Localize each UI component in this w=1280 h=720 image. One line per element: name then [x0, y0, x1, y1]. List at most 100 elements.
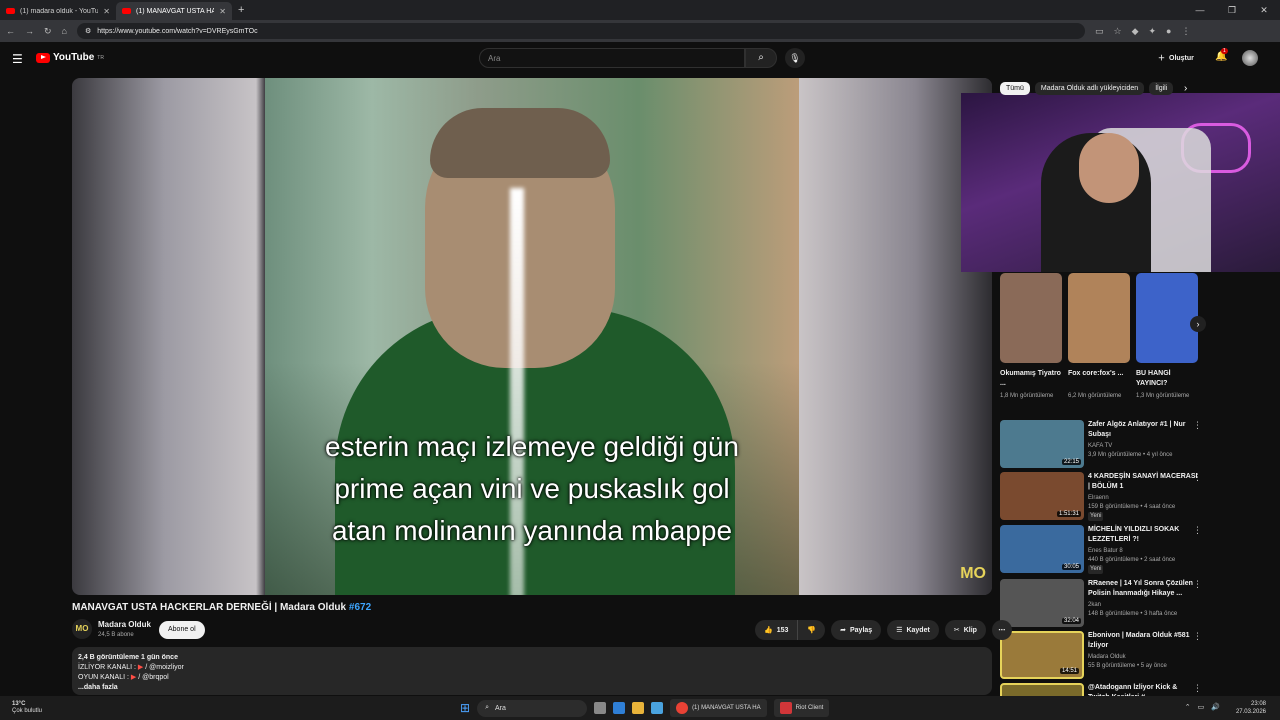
rec-thumbnail[interactable]: 22:15	[1000, 420, 1084, 468]
short-title[interactable]: Fox core:fox's ...	[1068, 369, 1130, 389]
taskbar-search[interactable]: ⌕ Ara	[477, 699, 588, 717]
video-player[interactable]: esterin maçı izlemeye geldiği gün prime …	[72, 78, 992, 595]
close-tab-icon[interactable]: ✕	[103, 7, 110, 16]
cast-icon[interactable]: ▭	[1095, 26, 1104, 37]
taskbar-clock[interactable]: 23:08 27.03.2026	[1236, 700, 1266, 716]
short-title[interactable]: BU HANGİ YAYINCI?	[1136, 369, 1198, 389]
extensions-puzzle-icon[interactable]: ✦	[1149, 26, 1157, 37]
recommendation-item[interactable]: 22:15 Zafer Algöz Anlatıyor #1 | Nur Sub…	[1000, 420, 1202, 468]
create-button[interactable]: ＋ Oluştur	[1158, 50, 1194, 66]
short-thumbnail[interactable]	[1000, 273, 1062, 363]
like-button[interactable]: 👍 153	[755, 620, 799, 640]
site-info-icon[interactable]: ⚙	[85, 27, 91, 35]
channel-handle-link[interactable]: / @moizliyor	[145, 664, 184, 671]
save-button[interactable]: ☰ Kaydet	[887, 620, 939, 640]
rec-channel[interactable]: Elraenn	[1088, 494, 1200, 503]
task-view-icon[interactable]	[594, 702, 607, 714]
search-input[interactable]: Ara	[479, 48, 745, 68]
short-item[interactable]: Okumamış Tiyatro ... 1,8 Mn görüntüleme	[1000, 273, 1062, 401]
search-button[interactable]: ⌕	[745, 48, 777, 68]
clip-button[interactable]: ✂ Klip	[944, 620, 986, 640]
back-icon[interactable]: ←	[6, 26, 15, 37]
more-options-icon[interactable]: ⋮	[1193, 472, 1202, 483]
close-window-icon[interactable]: ✕	[1248, 0, 1280, 20]
copilot-icon[interactable]	[613, 702, 626, 714]
more-actions-button[interactable]: ⋯	[991, 620, 1012, 640]
short-thumbnail[interactable]	[1068, 273, 1130, 363]
recommendation-item[interactable]: 14:51 Ebonivon | Madara Olduk #581 İzliy…	[1000, 631, 1202, 679]
shorts-next-icon[interactable]: ›	[1190, 316, 1206, 332]
show-more-link[interactable]: ...daha fazla	[78, 683, 986, 693]
more-options-icon[interactable]: ⋮	[1193, 579, 1202, 590]
browser-menu-icon[interactable]: ⋮	[1181, 26, 1190, 37]
rec-title[interactable]: Zafer Algöz Anlatıyor #1 | Nur Subaşı	[1088, 420, 1200, 440]
rec-thumbnail[interactable]: 1:51:31	[1000, 472, 1084, 520]
rec-title[interactable]: Ebonivon | Madara Olduk #581 İzliyor	[1088, 631, 1200, 651]
chip-all[interactable]: Tümü	[1000, 82, 1030, 95]
store-icon[interactable]	[651, 702, 664, 714]
bookmark-star-icon[interactable]: ☆	[1114, 26, 1122, 37]
rec-channel[interactable]: Enes Batur 8	[1088, 547, 1200, 556]
share-button[interactable]: ➦ Paylaş	[831, 620, 882, 640]
tray-chevron-icon[interactable]: ⌃	[1185, 703, 1191, 711]
dislike-button[interactable]: 👎	[798, 620, 826, 640]
file-explorer-icon[interactable]	[632, 702, 645, 714]
recommendation-item[interactable]: @Atadogann İzliyor Kick & Twitch Kesitle…	[1000, 683, 1200, 696]
channel-name[interactable]: Madara Olduk	[98, 620, 151, 629]
chip-from-uploader[interactable]: Madara Olduk adlı yükleyiciden	[1034, 82, 1145, 95]
rec-title[interactable]: RRaenee | 14 Yıl Sonra Çözülen Polisin İ…	[1088, 579, 1200, 599]
recommendation-item[interactable]: 30:05 MİCHELİN YILDIZLI SOKAK LEZZETLERİ…	[1000, 525, 1202, 574]
short-item[interactable]: Fox core:fox's ... 6,2 Mn görüntüleme	[1068, 273, 1130, 401]
browser-tab[interactable]: (1) madara olduk - YouTube ✕	[0, 2, 116, 20]
taskbar-app-riot[interactable]: Riot Client	[773, 699, 830, 717]
short-title[interactable]: Okumamış Tiyatro ...	[1000, 369, 1062, 389]
channel-avatar[interactable]: MO	[72, 619, 92, 639]
weather-widget[interactable]: 13°C Çok bulutlu	[12, 701, 42, 715]
channel-handle-link[interactable]: / @brqpol	[138, 674, 168, 681]
more-options-icon[interactable]: ⋮	[1193, 631, 1202, 642]
browser-tab-active[interactable]: (1) MANAVGAT USTA HACK ✕	[116, 2, 232, 20]
video-hashtag[interactable]: #672	[349, 602, 371, 613]
extension-icon[interactable]: ◆	[1132, 26, 1139, 37]
network-icon[interactable]: ▭	[1198, 703, 1205, 711]
video-description[interactable]: 2,4 B görüntüleme 1 gün önce İZLİYOR KAN…	[72, 647, 992, 695]
chip-related[interactable]: İlgili	[1149, 82, 1174, 95]
taskbar-app-chrome[interactable]: (1) MANAVGAT USTA HA	[670, 699, 767, 717]
reload-icon[interactable]: ↻	[44, 26, 52, 37]
more-options-icon[interactable]: ⋮	[1193, 683, 1200, 694]
windows-start-icon[interactable]: ⊞	[460, 701, 470, 715]
rec-channel[interactable]: 2kan	[1088, 601, 1200, 610]
maximize-icon[interactable]: ❐	[1216, 0, 1248, 20]
new-tab-icon[interactable]: +	[238, 4, 244, 16]
rec-title[interactable]: @Atadogann İzliyor Kick & Twitch Kesitle…	[1088, 683, 1200, 696]
rec-thumbnail[interactable]: 30:05	[1000, 525, 1084, 573]
rec-title[interactable]: 4 KARDEŞİN SANAYİ MACERASI | BÖLÜM 1	[1088, 472, 1200, 492]
menu-hamburger-icon[interactable]: ☰	[12, 52, 23, 66]
voice-search-icon[interactable]: 🎙	[785, 48, 805, 68]
volume-icon[interactable]: 🔊	[1211, 703, 1220, 711]
profile-icon[interactable]: ●	[1166, 26, 1171, 37]
video-subtitles: esterin maçı izlemeye geldiği gün prime …	[265, 426, 799, 552]
close-tab-icon[interactable]: ✕	[219, 7, 226, 16]
save-playlist-icon: ☰	[896, 627, 903, 634]
home-icon[interactable]: ⌂	[62, 26, 67, 37]
rec-thumbnail[interactable]	[1000, 683, 1084, 696]
more-options-icon[interactable]: ⋮	[1193, 420, 1202, 431]
minimize-icon[interactable]: —	[1184, 0, 1216, 20]
rec-channel[interactable]: Madara Olduk	[1088, 653, 1200, 662]
recommendation-item[interactable]: 1:51:31 4 KARDEŞİN SANAYİ MACERASI | BÖL…	[1000, 472, 1202, 521]
chips-next-icon[interactable]: ›	[1184, 83, 1187, 94]
forward-icon[interactable]: →	[25, 26, 34, 37]
rec-title[interactable]: MİCHELİN YILDIZLI SOKAK LEZZETLERİ ?!	[1088, 525, 1200, 545]
subscribe-button[interactable]: Abone ol	[159, 621, 205, 639]
youtube-logo[interactable]: YouTube TR	[36, 52, 104, 63]
address-bar[interactable]: ⚙ https://www.youtube.com/watch?v=DVREys…	[76, 23, 1085, 39]
avatar[interactable]	[1242, 50, 1258, 66]
short-thumbnail[interactable]	[1136, 273, 1198, 363]
rec-channel[interactable]: KAFA TV	[1088, 442, 1200, 451]
notifications-bell-icon[interactable]: 🔔 1	[1215, 48, 1228, 62]
short-item[interactable]: BU HANGİ YAYINCI? 1,3 Mn görüntüleme	[1136, 273, 1198, 401]
video-subject-hair	[430, 108, 610, 178]
recommendation-item[interactable]: 32:04 RRaenee | 14 Yıl Sonra Çözülen Pol…	[1000, 579, 1202, 627]
more-options-icon[interactable]: ⋮	[1193, 525, 1202, 536]
